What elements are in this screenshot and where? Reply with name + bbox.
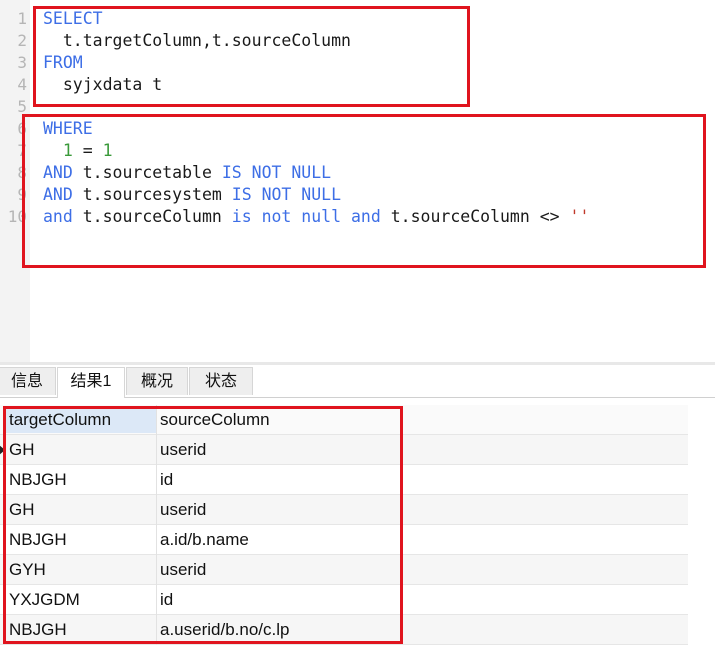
table-row[interactable]: YXJGDM id — [0, 585, 688, 615]
sql-number: 1 — [102, 141, 113, 160]
tab-result1[interactable]: 结果1 — [57, 367, 125, 398]
tab-label: 信息 — [10, 373, 43, 390]
column-separator — [156, 555, 157, 585]
sql-text: syjxdata t — [43, 75, 163, 94]
table-row[interactable]: GH userid — [0, 495, 688, 525]
sql-keyword: IS NOT NULL — [231, 185, 342, 204]
cell-targetcolumn[interactable]: NBJGH — [9, 525, 154, 555]
line-number: 1 — [17, 9, 27, 28]
cell-targetcolumn[interactable]: GH — [9, 435, 154, 465]
code-line[interactable]: WHERE — [43, 118, 93, 140]
column-separator[interactable] — [156, 405, 157, 435]
cell-targetcolumn[interactable]: NBJGH — [9, 465, 154, 495]
column-separator — [156, 585, 157, 615]
table-row[interactable]: GYH userid — [0, 555, 688, 585]
table-row[interactable]: NBJGH id — [0, 465, 688, 495]
line-number: 8 — [17, 163, 27, 182]
column-separator — [156, 525, 157, 555]
tab-label: 概况 — [140, 373, 173, 390]
column-separator — [156, 615, 157, 645]
line-number: 9 — [17, 185, 27, 204]
sql-keyword: AND — [43, 163, 73, 182]
sql-text: = — [72, 141, 103, 160]
tab-overview[interactable]: 概况 — [126, 367, 188, 395]
sql-string: '' — [569, 207, 590, 226]
sql-keyword: FROM — [43, 53, 83, 72]
sql-text: t.targetColumn,t.sourceColumn — [43, 31, 351, 50]
code-line[interactable]: SELECT — [43, 8, 103, 30]
code-line[interactable]: AND t.sourcetable IS NOT NULL — [43, 162, 331, 184]
cell-targetcolumn[interactable]: NBJGH — [9, 615, 154, 645]
table-row[interactable]: NBJGH a.userid/b.no/c.lp — [0, 615, 688, 645]
line-number: 6 — [17, 119, 27, 138]
cell-sourcecolumn[interactable]: userid — [160, 495, 680, 525]
cell-sourcecolumn[interactable]: a.userid/b.no/c.lp — [160, 615, 680, 645]
sql-text: t.sourceColumn — [72, 207, 232, 226]
column-separator — [156, 495, 157, 525]
code-line[interactable]: 1 = 1 — [43, 140, 113, 162]
cell-sourcecolumn[interactable]: id — [160, 465, 680, 495]
cell-targetcolumn[interactable]: GH — [9, 495, 154, 525]
table-row[interactable]: NBJGH a.id/b.name — [0, 525, 688, 555]
sql-keyword: and — [43, 207, 73, 226]
sql-text: t.sourceColumn <> — [380, 207, 570, 226]
line-number: 2 — [17, 31, 27, 50]
current-row-indicator-icon — [0, 444, 5, 456]
code-line[interactable]: t.targetColumn,t.sourceColumn — [43, 30, 351, 52]
sql-keyword: SELECT — [43, 9, 103, 28]
code-line[interactable]: and t.sourceColumn is not null and t.sou… — [43, 206, 589, 228]
tab-info[interactable]: 信息 — [0, 367, 56, 395]
column-separator — [156, 465, 157, 495]
column-separator — [156, 435, 157, 465]
table-row[interactable]: GH userid — [0, 435, 688, 465]
code-line[interactable]: syjxdata t — [43, 74, 162, 96]
line-number: 10 — [7, 207, 27, 226]
sql-editor[interactable]: 1 2 3 4 5 6 7 8 9 10 SELECT t.targetColumn,t.sour… — [0, 0, 715, 362]
code-line[interactable]: FROM — [43, 52, 83, 74]
cell-targetcolumn[interactable]: GYH — [9, 555, 154, 585]
cell-sourcecolumn[interactable]: id — [160, 585, 680, 615]
code-line[interactable]: AND t.sourcesystem IS NOT NULL — [43, 184, 341, 206]
line-number: 7 — [17, 141, 27, 160]
line-number: 5 — [17, 97, 27, 116]
sql-text: t.sourcesystem — [72, 185, 232, 204]
column-header-sourcecolumn[interactable]: sourceColumn — [160, 405, 680, 435]
tab-status[interactable]: 状态 — [189, 367, 253, 395]
tab-label: 结果1 — [70, 373, 112, 390]
sql-keyword: AND — [43, 185, 73, 204]
cell-sourcecolumn[interactable]: userid — [160, 435, 680, 465]
result-tabs: 信息 结果1 概况 状态 — [0, 365, 715, 398]
grid-header-row: targetColumn sourceColumn — [0, 405, 688, 435]
cell-targetcolumn[interactable]: YXJGDM — [9, 585, 154, 615]
line-number: 3 — [17, 53, 27, 72]
sql-keyword: WHERE — [43, 119, 93, 138]
cell-sourcecolumn[interactable]: a.id/b.name — [160, 525, 680, 555]
sql-keyword: and — [350, 207, 381, 226]
sql-keyword: is not null — [231, 207, 342, 226]
sql-keyword: IS NOT NULL — [221, 163, 332, 182]
sql-text: t.sourcetable — [72, 163, 222, 182]
line-number: 4 — [17, 75, 27, 94]
cell-sourcecolumn[interactable]: userid — [160, 555, 680, 585]
tab-label: 状态 — [204, 373, 237, 390]
column-header-targetcolumn[interactable]: targetColumn — [9, 405, 154, 435]
sql-number: 1 — [62, 141, 73, 160]
